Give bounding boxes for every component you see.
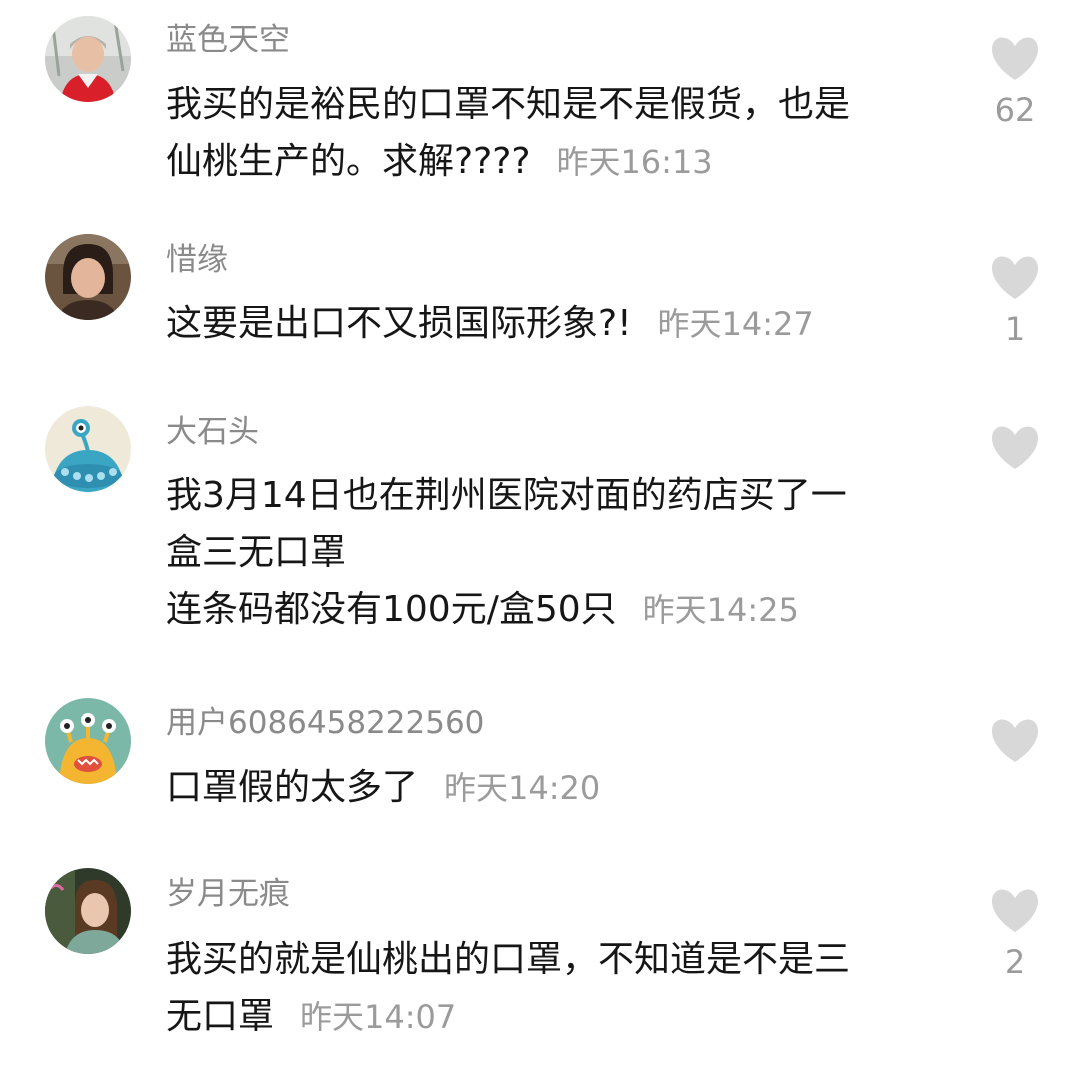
comment-text: 我买的是裕民的口罩不知是不是假货，也是 仙桃生产的。求解???? 昨天16:13	[166, 76, 966, 191]
comment-line-text: 连条码都没有100元/盒50只	[166, 589, 617, 630]
timestamp: 昨天14:20	[444, 769, 601, 807]
comment-line: 盒三无口罩	[166, 532, 347, 573]
like-button[interactable]: 1	[984, 255, 1046, 349]
comment-text: 我买的就是仙桃出的口罩，不知道是不是三 无口罩 昨天14:07	[166, 931, 966, 1046]
username[interactable]: 蓝色天空	[166, 20, 290, 60]
like-button[interactable]	[984, 425, 1046, 479]
like-button[interactable]	[984, 718, 1046, 772]
avatar[interactable]	[45, 868, 131, 954]
like-count: 2	[1004, 943, 1026, 981]
like-count: 1	[1004, 310, 1026, 348]
comment-text: 这要是出口不又损国际形象?! 昨天14:27	[166, 295, 966, 353]
comment-line-text: 仙桃生产的。求解????	[166, 141, 531, 182]
like-button[interactable]: 62	[984, 36, 1046, 130]
username[interactable]: 惜缘	[166, 240, 228, 280]
comment-line: 我买的是裕民的口罩不知是不是假货，也是	[166, 84, 851, 125]
username[interactable]: 大石头	[166, 412, 259, 452]
heart-icon[interactable]	[989, 718, 1041, 764]
username[interactable]: 用户6086458222560	[166, 703, 484, 743]
comment-line: 连条码都没有100元/盒50只 昨天14:25	[166, 581, 966, 639]
comment-text: 我3月14日也在荆州医院对面的药店买了一 盒三无口罩 连条码都没有100元/盒5…	[166, 467, 966, 639]
timestamp: 昨天14:27	[657, 305, 814, 343]
comment-line-text: 口罩假的太多了	[166, 767, 419, 808]
like-count: 62	[994, 91, 1036, 129]
heart-icon[interactable]	[989, 36, 1041, 82]
comment-line-text: 这要是出口不又损国际形象?!	[166, 303, 632, 344]
avatar[interactable]	[45, 698, 131, 784]
timestamp: 昨天16:13	[556, 143, 713, 181]
heart-icon[interactable]	[989, 255, 1041, 301]
comment-line: 我买的就是仙桃出的口罩，不知道是不是三	[166, 939, 851, 980]
username[interactable]: 岁月无痕	[166, 874, 290, 914]
like-button[interactable]: 2	[984, 888, 1046, 982]
comment-text: 口罩假的太多了 昨天14:20	[166, 759, 966, 817]
comment-line: 无口罩 昨天14:07	[166, 988, 966, 1046]
heart-icon[interactable]	[989, 888, 1041, 934]
comment-line: 仙桃生产的。求解???? 昨天16:13	[166, 133, 966, 191]
timestamp: 昨天14:25	[642, 591, 799, 629]
comment-line: 这要是出口不又损国际形象?! 昨天14:27	[166, 295, 966, 353]
avatar[interactable]	[45, 406, 131, 492]
avatar[interactable]	[45, 234, 131, 320]
avatar[interactable]	[45, 16, 131, 102]
comment-line: 口罩假的太多了 昨天14:20	[166, 759, 966, 817]
timestamp: 昨天14:07	[300, 998, 457, 1036]
comment-line: 我3月14日也在荆州医院对面的药店买了一	[166, 475, 847, 516]
heart-icon[interactable]	[989, 425, 1041, 471]
comment-line-text: 无口罩	[166, 996, 275, 1037]
